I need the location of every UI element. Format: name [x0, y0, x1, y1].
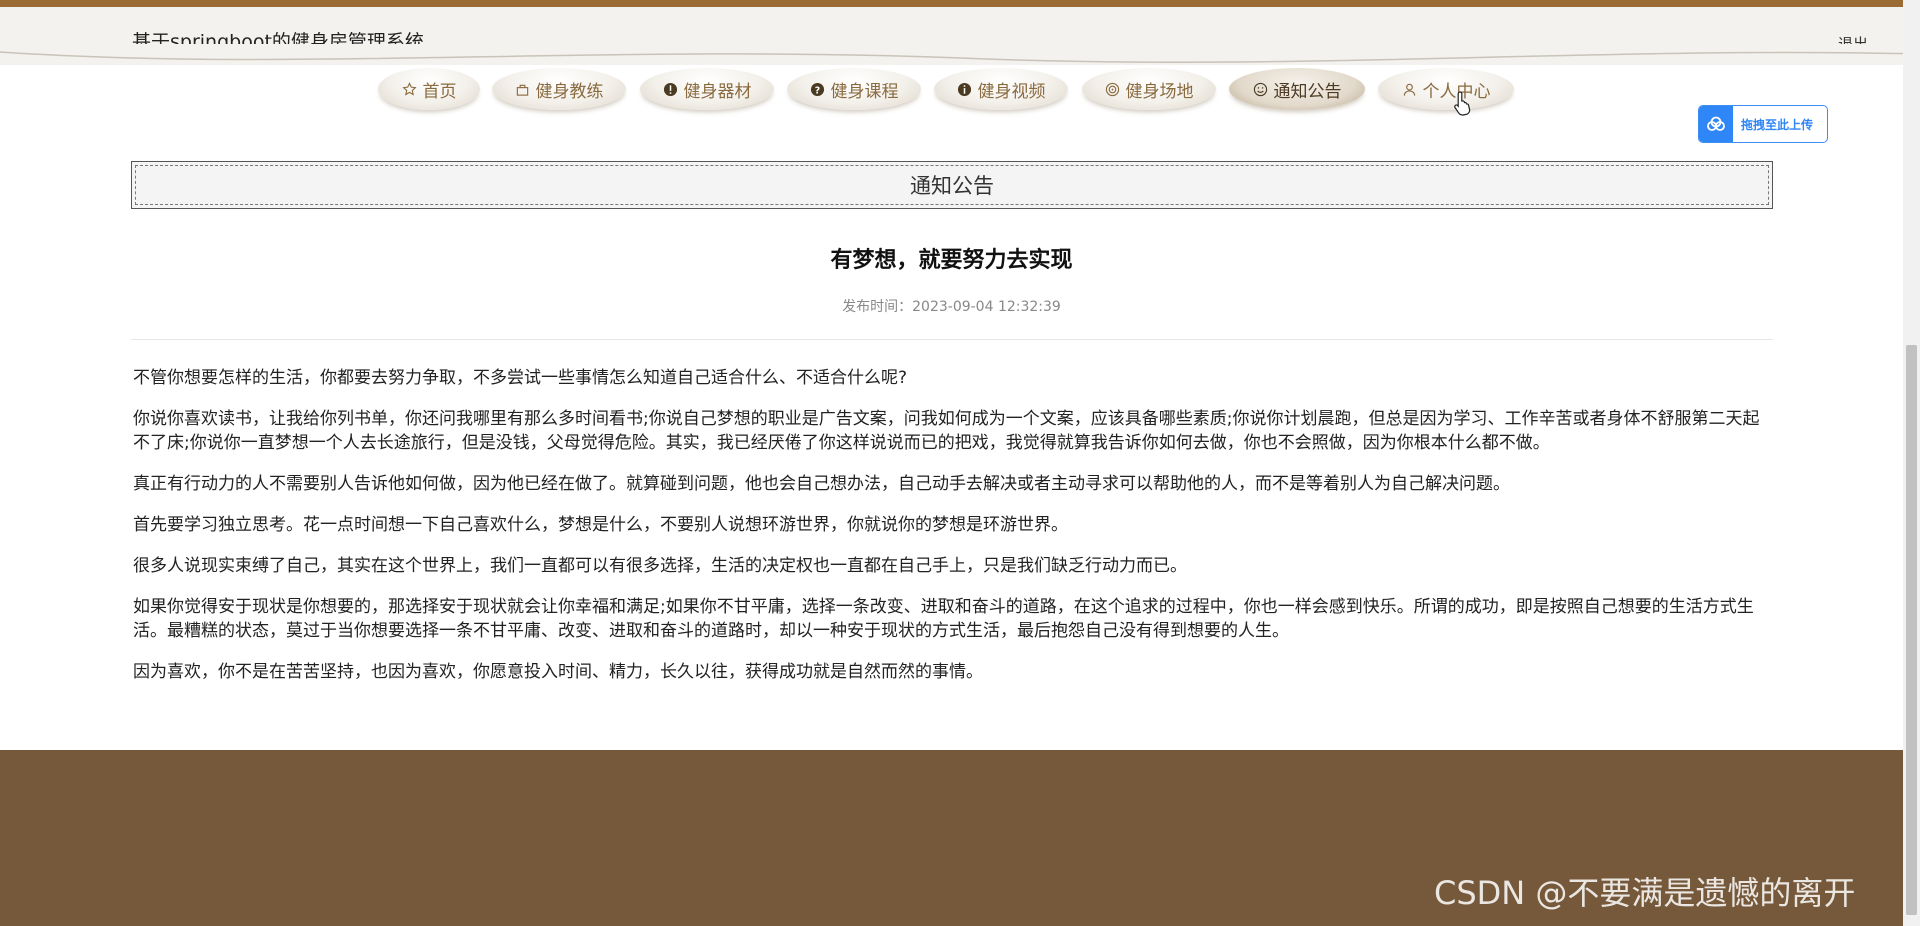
info-circle-icon [957, 82, 971, 96]
divider [131, 339, 1773, 340]
nav-item-label: 首页 [422, 81, 457, 102]
nav-item-videos[interactable]: 健身视频 [934, 68, 1068, 110]
header-wave-decoration [0, 44, 1920, 63]
nav-item-venues[interactable]: 健身场地 [1082, 68, 1216, 110]
article-paragraph: 你说你喜欢读书，让我给你列书单，你还问我哪里有那么多时间看书;你说自己梦想的职业… [133, 409, 1760, 453]
article-paragraph: 因为喜欢，你不是在苦苦坚持，也因为喜欢，你愿意投入时间、精力，长久以往，获得成功… [133, 662, 983, 682]
smile-icon [1253, 82, 1267, 96]
user-icon [1403, 83, 1415, 96]
article-body: 不管你想要怎样的生活，你都要去努力争取，不多尝试一些事情怎么知道自己适合什么、不… [133, 366, 1773, 701]
nav-item-label: 健身教练 [535, 81, 604, 102]
nav-item-profile[interactable]: 个人中心 [1378, 68, 1514, 110]
nav-item-label: 健身场地 [1125, 81, 1194, 102]
publish-time: 发布时间：2023-09-04 12:32:39 [842, 299, 1061, 315]
section-banner: 通知公告 [131, 161, 1773, 209]
svg-text:?: ? [814, 85, 819, 96]
article-paragraph: 真正有行动力的人不需要别人告诉他如何做，因为他已经在做了。就算碰到问题，他也会自… [133, 474, 1510, 494]
nav-item-label: 健身器材 [683, 81, 752, 102]
drag-upload-button[interactable]: 拖拽至此上传 [1698, 105, 1828, 143]
article-title: 有梦想，就要努力去实现 [830, 248, 1073, 273]
section-title: 通知公告 [910, 174, 994, 198]
star-icon [401, 81, 417, 96]
nav-item-courses[interactable]: ? 健身课程 [787, 68, 921, 110]
drag-upload-label: 拖拽至此上传 [1741, 117, 1814, 132]
article-paragraph: 很多人说现实束缚了自己，其实在这个世界上，我们一直都可以有很多选择，生活的决定权… [133, 556, 1187, 576]
watermark: CSDN @不要满是遗憾的离开 [1434, 874, 1856, 912]
nav-item-label: 健身视频 [977, 81, 1046, 102]
article-paragraph: 如果你觉得安于现状是你想要的，那选择安于现状就会让你幸福和满足;如果你不甘平庸，… [133, 597, 1754, 641]
nav-item-label: 通知公告 [1273, 81, 1342, 102]
hand-cursor-icon [1454, 91, 1471, 116]
top-accent-bar [0, 0, 1920, 7]
cloud-upload-icon [1699, 106, 1733, 142]
scrollbar-thumb[interactable] [1906, 345, 1917, 915]
page: 基于springboot的健身房管理系统 退出 首页 健身教练 健身器材 ? 健… [0, 0, 1920, 926]
nav-item-home[interactable]: 首页 [378, 68, 480, 110]
article-paragraph: 首先要学习独立思考。花一点时间想一下自己喜欢什么，梦想是什么，不要别人说想环游世… [133, 515, 1068, 535]
nav-item-announcements[interactable]: 通知公告 [1229, 68, 1365, 110]
article-paragraph: 不管你想要怎样的生活，你都要去努力争取，不多尝试一些事情怎么知道自己适合什么、不… [133, 368, 908, 388]
target-icon [1105, 82, 1119, 96]
nav-item-label: 健身课程 [830, 81, 899, 102]
question-circle-icon: ? [810, 82, 824, 96]
bag-icon [516, 84, 528, 96]
nav-item-equipment[interactable]: 健身器材 [640, 68, 774, 110]
nav-item-coaches[interactable]: 健身教练 [492, 68, 626, 110]
info-circle-icon [663, 82, 677, 96]
